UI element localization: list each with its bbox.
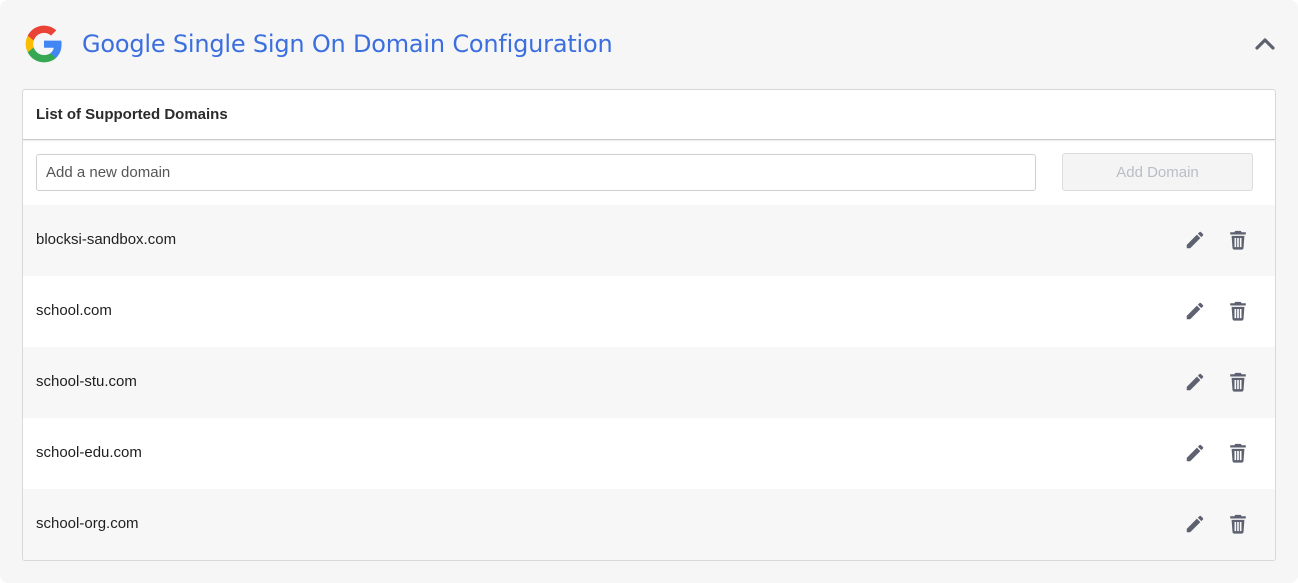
delete-domain-button[interactable] (1227, 442, 1249, 464)
edit-domain-button[interactable] (1184, 300, 1206, 322)
panel-header[interactable]: Google Single Sign On Domain Configurati… (0, 0, 1298, 88)
domain-name: school-edu.com (36, 444, 142, 461)
edit-domain-button[interactable] (1184, 371, 1206, 393)
domain-name: school-org.com (36, 515, 139, 532)
card-title: List of Supported Domains (36, 106, 228, 123)
collapse-toggle[interactable] (1250, 32, 1280, 56)
trash-icon (1230, 514, 1246, 534)
pencil-icon (1186, 302, 1204, 320)
domain-row: blocksi-sandbox.com (23, 205, 1275, 276)
sso-config-panel: Google Single Sign On Domain Configurati… (0, 0, 1298, 583)
pencil-icon (1186, 373, 1204, 391)
pencil-icon (1186, 231, 1204, 249)
page-title: Google Single Sign On Domain Configurati… (82, 30, 613, 58)
trash-icon (1230, 230, 1246, 250)
delete-domain-button[interactable] (1227, 300, 1249, 322)
google-logo-icon (25, 25, 62, 63)
new-domain-input[interactable] (36, 154, 1036, 191)
domain-name: school.com (36, 302, 112, 319)
domains-card: List of Supported Domains Add Domain blo… (22, 89, 1276, 561)
domain-list: blocksi-sandbox.com school.com school-st (23, 205, 1275, 560)
trash-icon (1230, 443, 1246, 463)
edit-domain-button[interactable] (1184, 229, 1206, 251)
domain-name: school-stu.com (36, 373, 137, 390)
domain-row: school.com (23, 276, 1275, 347)
trash-icon (1230, 372, 1246, 392)
trash-icon (1230, 301, 1246, 321)
delete-domain-button[interactable] (1227, 371, 1249, 393)
add-domain-button[interactable]: Add Domain (1062, 153, 1253, 191)
chevron-up-icon (1255, 38, 1275, 50)
edit-domain-button[interactable] (1184, 442, 1206, 464)
card-header: List of Supported Domains (23, 90, 1275, 140)
domain-row: school-stu.com (23, 347, 1275, 418)
domain-row: school-org.com (23, 489, 1275, 560)
delete-domain-button[interactable] (1227, 513, 1249, 535)
domain-row: school-edu.com (23, 418, 1275, 489)
pencil-icon (1186, 444, 1204, 462)
pencil-icon (1186, 515, 1204, 533)
delete-domain-button[interactable] (1227, 229, 1249, 251)
edit-domain-button[interactable] (1184, 513, 1206, 535)
domain-name: blocksi-sandbox.com (36, 231, 177, 248)
